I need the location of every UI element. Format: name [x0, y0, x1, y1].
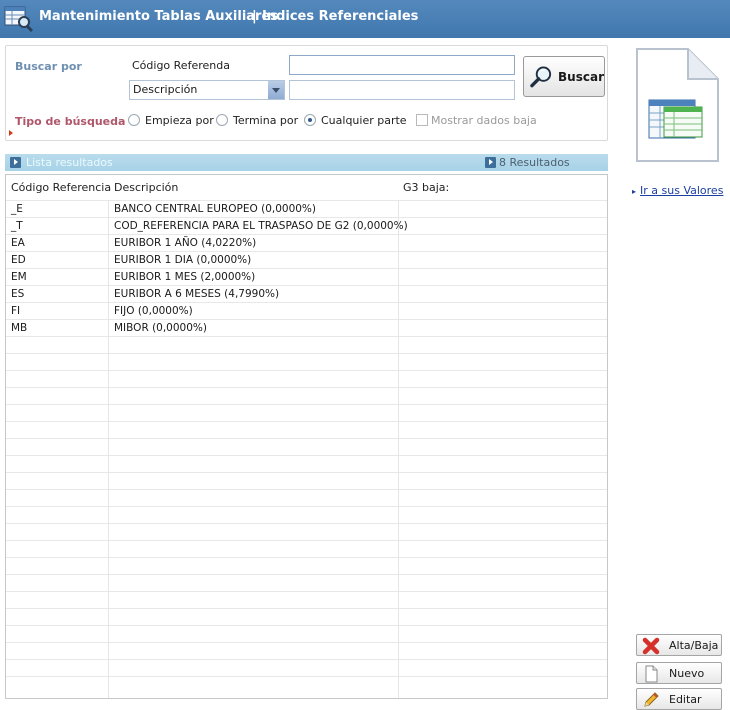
- buscar-por-label: Buscar por: [15, 60, 82, 73]
- cell-descripcion: EURIBOR 1 MES (2,0000%): [114, 271, 256, 283]
- table-row: [6, 336, 607, 353]
- column-header-g3-baja[interactable]: G3 baja:: [403, 181, 449, 194]
- ir-a-sus-valores-link[interactable]: ▸ Ir a sus Valores: [632, 184, 723, 197]
- cell-codigo: _E: [11, 203, 23, 215]
- cell-descripcion: MIBOR (0,0000%): [114, 322, 207, 334]
- grid-rows: _E BANCO CENTRAL EUROPEO (0,0000%) _T COD_R…: [6, 200, 607, 693]
- codigo-referencia-input[interactable]: [289, 55, 515, 75]
- table-row: [6, 506, 607, 523]
- table-row: [6, 455, 607, 472]
- search-field-select-value: Descripción: [133, 83, 198, 96]
- table-row[interactable]: MB MIBOR (0,0000%): [6, 319, 607, 336]
- app-title: Mantenimiento Tablas Auxiliares: [39, 9, 279, 24]
- grid-header: Código Referencia Descripción G3 baja:: [6, 175, 607, 201]
- blank-page-icon: [645, 665, 658, 683]
- document-table-icon: [636, 48, 719, 162]
- editar-button[interactable]: Editar: [636, 688, 722, 710]
- cell-codigo: EM: [11, 271, 27, 283]
- table-row: [6, 557, 607, 574]
- nuevo-button[interactable]: Nuevo: [636, 662, 722, 684]
- cell-descripcion: COD_REFERENCIA PARA EL TRASPASO DE G2 (0…: [114, 220, 408, 232]
- radio-cualquier-parte[interactable]: [304, 114, 316, 126]
- table-row[interactable]: _T COD_REFERENCIA PARA EL TRASPASO DE G2 …: [6, 217, 607, 234]
- table-row: [6, 472, 607, 489]
- table-row: [6, 574, 607, 591]
- expand-arrow-icon[interactable]: [10, 157, 21, 168]
- title-bar: Mantenimiento Tablas Auxiliares | Indice…: [0, 0, 730, 38]
- buscar-button-label: Buscar: [558, 69, 604, 84]
- radio-termina-por-label: Termina por: [233, 114, 299, 127]
- table-row: [6, 523, 607, 540]
- table-row[interactable]: FI FIJO (0,0000%): [6, 302, 607, 319]
- radio-empieza-por[interactable]: [128, 114, 140, 126]
- cell-descripcion: EURIBOR 1 AÑO (4,0220%): [114, 237, 257, 249]
- radio-termina-por[interactable]: [216, 114, 228, 126]
- radio-empieza-por-label: Empieza por: [145, 114, 214, 127]
- table-row: [6, 540, 607, 557]
- buscar-button[interactable]: Buscar: [523, 56, 605, 97]
- column-header-codigo[interactable]: Código Referencia: [11, 181, 111, 194]
- cell-codigo: EA: [11, 237, 25, 249]
- table-row[interactable]: EA EURIBOR 1 AÑO (4,0220%): [6, 234, 607, 251]
- codigo-referencia-label: Código Referenda: [132, 59, 230, 72]
- title-separator: |: [252, 9, 257, 24]
- table-row: [6, 591, 607, 608]
- arrow-right-icon: ▸: [632, 187, 637, 196]
- required-marker-icon: [9, 130, 13, 136]
- table-row: [6, 438, 607, 455]
- table-row: [6, 625, 607, 642]
- alta-baja-label: Alta/Baja: [669, 639, 719, 652]
- table-row: [6, 642, 607, 659]
- table-row: [6, 659, 607, 676]
- search-field-select[interactable]: Descripción: [129, 80, 285, 100]
- table-row[interactable]: ED EURIBOR 1 DIA (0,0000%): [6, 251, 607, 268]
- table-row: [6, 608, 607, 625]
- cell-codigo: MB: [11, 322, 28, 334]
- cell-codigo: FI: [11, 305, 21, 317]
- table-row[interactable]: ES EURIBOR A 6 MESES (4,7990%): [6, 285, 607, 302]
- mostrar-dados-baja-checkbox[interactable]: [416, 114, 428, 126]
- results-count: 8 Resultados: [499, 156, 570, 169]
- table-row: [6, 370, 607, 387]
- ir-a-sus-valores-label: Ir a sus Valores: [640, 184, 724, 197]
- section-title: Indices Referenciales: [262, 9, 419, 24]
- search-value-input[interactable]: [289, 80, 515, 100]
- mostrar-dados-baja-label: Mostrar dados baja: [431, 114, 537, 127]
- table-row[interactable]: EM EURIBOR 1 MES (2,0000%): [6, 268, 607, 285]
- table-search-icon: [4, 6, 34, 33]
- cell-descripcion: FIJO (0,0000%): [114, 305, 193, 317]
- table-row[interactable]: _E BANCO CENTRAL EUROPEO (0,0000%): [6, 200, 607, 217]
- table-row: [6, 676, 607, 693]
- tipo-busqueda-label: Tipo de búsqueda: [15, 115, 126, 128]
- red-x-icon: [642, 637, 660, 655]
- table-row: [6, 353, 607, 370]
- cell-descripcion: EURIBOR 1 DIA (0,0000%): [114, 254, 252, 266]
- nuevo-label: Nuevo: [669, 667, 705, 680]
- table-row: [6, 387, 607, 404]
- expand-arrow-icon[interactable]: [485, 157, 496, 168]
- cell-codigo: _T: [11, 220, 23, 232]
- table-row: [6, 489, 607, 506]
- results-header-bar: Lista resultados 8 Resultados: [5, 154, 608, 171]
- column-header-descripcion[interactable]: Descripción: [114, 181, 178, 194]
- radio-cualquier-parte-label: Cualquier parte: [321, 114, 407, 127]
- table-row: [6, 404, 607, 421]
- results-grid[interactable]: Código Referencia Descripción G3 baja: _…: [5, 174, 608, 699]
- lista-resultados-label: Lista resultados: [26, 156, 113, 169]
- table-row: [6, 421, 607, 438]
- cell-descripcion: BANCO CENTRAL EUROPEO (0,0000%): [114, 203, 317, 215]
- editar-label: Editar: [669, 693, 702, 706]
- pencil-icon: [644, 692, 659, 707]
- cell-codigo: ES: [11, 288, 25, 300]
- magnifier-icon: [530, 65, 552, 87]
- cell-descripcion: EURIBOR A 6 MESES (4,7990%): [114, 288, 280, 300]
- cell-codigo: ED: [11, 254, 26, 266]
- chevron-down-icon[interactable]: [268, 81, 284, 99]
- search-panel: Buscar por Código Referenda Descripción …: [5, 45, 608, 141]
- alta-baja-button[interactable]: Alta/Baja: [636, 634, 722, 656]
